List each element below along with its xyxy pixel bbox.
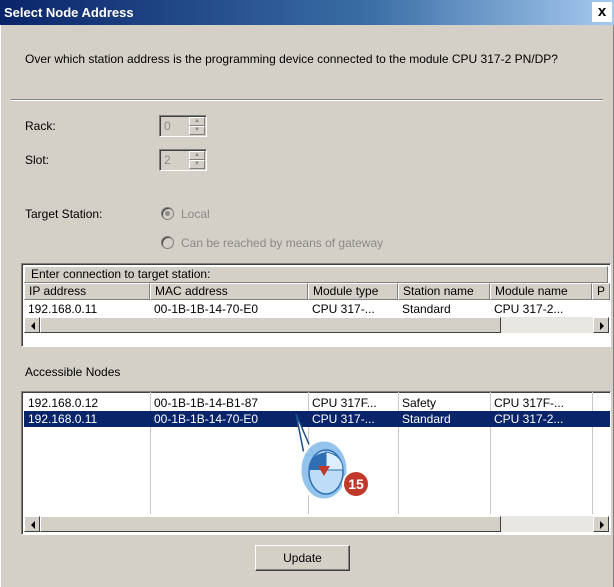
node-module-name-cell: CPU 317-2... [494, 412, 564, 426]
local-radio[interactable] [161, 207, 174, 220]
rack-spinner[interactable]: 0 ▲ ▼ [159, 115, 207, 137]
update-button[interactable]: Update [255, 545, 350, 571]
slot-label: Slot: [25, 153, 50, 167]
rack-value: 0 [164, 119, 171, 133]
nodes-scrollbar[interactable] [24, 516, 609, 532]
node-ip-cell: 192.168.0.12 [28, 396, 99, 410]
node-ip-cell: 192.168.0.11 [28, 412, 98, 426]
connection-module-type-cell: CPU 317-... [312, 302, 375, 316]
slot-value: 2 [164, 153, 171, 167]
local-radio-label: Local [181, 207, 210, 221]
col-p[interactable]: P [592, 283, 610, 300]
col-station-name[interactable]: Station name [398, 283, 490, 300]
slot-up-button[interactable]: ▲ [189, 151, 205, 160]
scroll-thumb[interactable] [40, 317, 501, 333]
scroll-right-icon[interactable] [593, 516, 609, 532]
rack-up-button[interactable]: ▲ [189, 117, 205, 126]
node-module-name-cell: CPU 317F-... [494, 396, 565, 410]
rack-label: Rack: [25, 119, 56, 133]
accessible-nodes-label: Accessible Nodes [25, 365, 121, 379]
node-station-cell: Safety [402, 396, 437, 410]
slot-spinner[interactable]: 2 ▲ ▼ [159, 149, 207, 171]
connection-mac-cell[interactable]: 00-1B-1B-14-70-E0 [150, 301, 308, 317]
connection-ip-cell[interactable]: 192.168.0.11 [24, 301, 150, 317]
connection-group-header: Enter connection to target station: [24, 266, 608, 283]
col-mac-address[interactable]: MAC address [150, 283, 308, 300]
col-ip-address[interactable]: IP address [24, 283, 150, 300]
rack-down-button[interactable]: ▼ [189, 126, 205, 135]
connection-scrollbar[interactable] [24, 317, 609, 333]
close-icon[interactable]: x [592, 2, 612, 22]
target-station-label: Target Station: [25, 207, 103, 221]
connection-module-name-cell: CPU 317-2... [494, 302, 564, 316]
step-badge-number: 15 [348, 476, 364, 492]
col-module-type[interactable]: Module type [308, 283, 398, 300]
step-badge: 15 [342, 470, 370, 498]
question-text: Over which station address is the progra… [25, 52, 558, 66]
col-module-name[interactable]: Module name [490, 283, 592, 300]
gateway-radio[interactable] [161, 236, 174, 249]
scroll-right-icon[interactable] [593, 317, 609, 333]
scroll-left-icon[interactable] [24, 317, 40, 333]
slot-down-button[interactable]: ▼ [189, 160, 205, 169]
window-title: Select Node Address [4, 5, 134, 20]
node-mac-cell: 00-1B-1B-14-70-E0 [154, 412, 259, 426]
node-station-cell: Standard [402, 412, 451, 426]
scroll-thumb[interactable] [40, 516, 501, 532]
scroll-left-icon[interactable] [24, 516, 40, 532]
gateway-radio-label: Can be reached by means of gateway [181, 236, 384, 250]
divider [11, 99, 603, 101]
node-mac-cell: 00-1B-1B-14-B1-87 [154, 396, 259, 410]
title-bar[interactable]: Select Node Address x [0, 0, 614, 25]
connection-table: Enter connection to target station: IP a… [21, 263, 611, 347]
connection-station-cell: Standard [402, 302, 451, 316]
